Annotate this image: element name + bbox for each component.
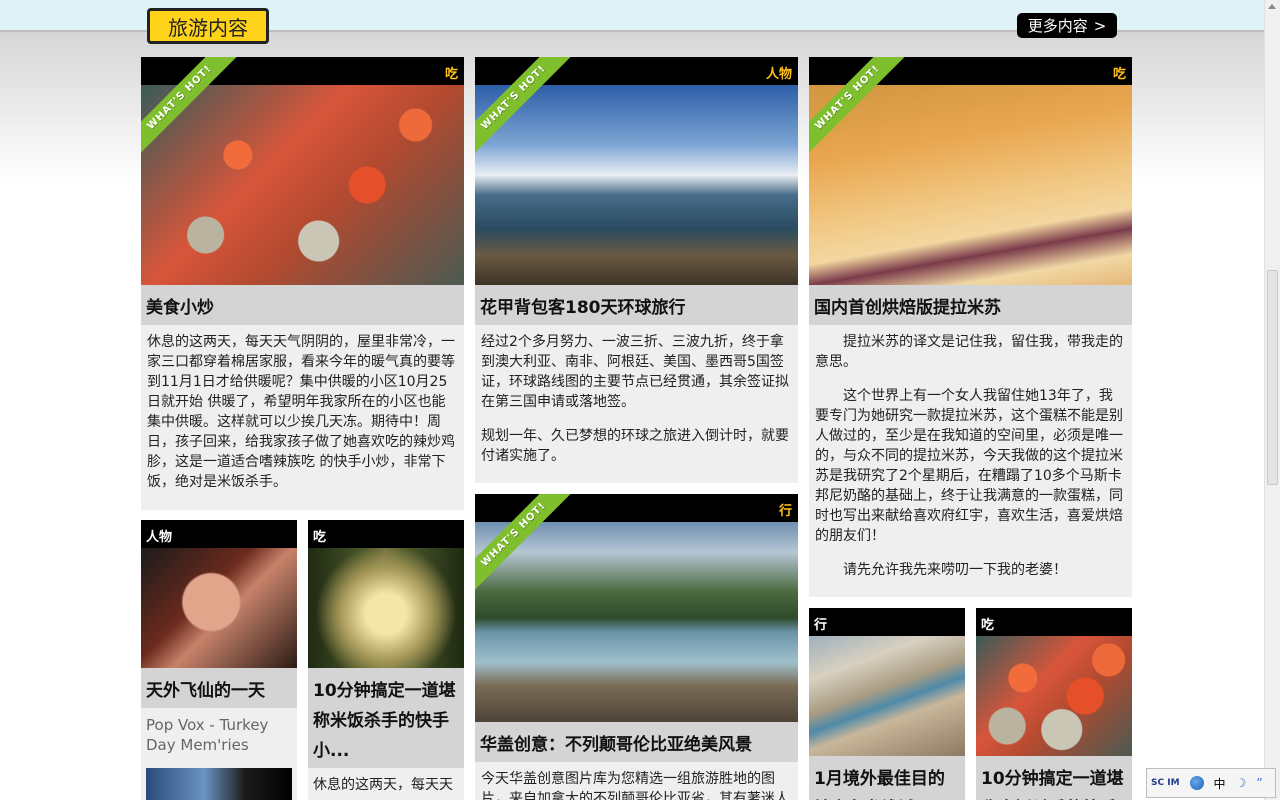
scrollbar-thumb[interactable] bbox=[1267, 270, 1278, 485]
category-label[interactable]: 吃 bbox=[313, 526, 326, 545]
article-image[interactable] bbox=[809, 636, 965, 756]
more-content-label: 更多内容 bbox=[1027, 17, 1088, 35]
category-label[interactable]: 人物 bbox=[766, 63, 792, 82]
book-cover-image[interactable] bbox=[146, 768, 292, 800]
chevron-right-icon: > bbox=[1093, 16, 1107, 35]
punctuation-toggle-icon[interactable]: ” bbox=[1256, 776, 1262, 790]
article-image[interactable] bbox=[809, 85, 1132, 285]
category-label[interactable]: 吃 bbox=[445, 63, 458, 82]
article-card[interactable]: 吃 WHAT'S HOT! 美食小炒 休息的这两天，每天天气阴阴的，屋里非常冷，… bbox=[141, 57, 464, 510]
category-bar: 行 bbox=[809, 608, 965, 636]
article-excerpt: 提拉米苏的译文是记住我，留住我，带我走的意思。 这个世界上有一个女人我留住她13… bbox=[815, 332, 1126, 594]
excerpt-paragraph: 休息的这两天，每天天气阴阴的，屋里非常冷，一家三口都穿着棉居家服，看来今年的暖气… bbox=[147, 334, 455, 490]
article-image[interactable] bbox=[308, 548, 464, 668]
article-title[interactable]: 1月境外最佳目的地之鱼龙浅滩下 bbox=[809, 756, 965, 800]
more-content-button[interactable]: 更多内容 > bbox=[1017, 13, 1117, 38]
article-title[interactable]: 华盖创意：不列颠哥伦比亚绝美风景 bbox=[475, 722, 798, 762]
article-card[interactable]: 人物 天外飞仙的一天 Pop Vox - Turkey Day Mem'ries bbox=[141, 520, 297, 800]
article-card[interactable]: 行 WHAT'S HOT! 华盖创意：不列颠哥伦比亚绝美风景 今天华盖创意图片库… bbox=[475, 494, 798, 800]
article-excerpt: 休息的这两天，每天天气阴阴的，屋里非常冷，一家三口都穿着棉居家服，看来今年的暖气… bbox=[147, 332, 458, 506]
article-card[interactable]: 行 1月境外最佳目的地之鱼龙浅滩下 bbox=[809, 608, 965, 800]
scroll-up-arrow-icon[interactable] bbox=[1268, 4, 1276, 9]
article-excerpt: 经过2个多月努力、一波三折、三波九折，终于拿到澳大利亚、南非、阿根廷、美国、墨西… bbox=[481, 332, 792, 480]
article-title[interactable]: 国内首创烘焙版提拉米苏 bbox=[809, 285, 1132, 325]
moon-icon[interactable]: ☽ bbox=[1236, 776, 1247, 790]
article-image[interactable] bbox=[141, 548, 297, 668]
category-bar: 吃 bbox=[308, 520, 464, 548]
globe-icon[interactable] bbox=[1189, 776, 1204, 790]
excerpt-paragraph: 提拉米苏的译文是记住我，留住我，带我走的意思。 bbox=[815, 334, 1123, 370]
excerpt-paragraph: 休息的这两天，每天天 bbox=[313, 777, 453, 793]
ime-language-toggle[interactable]: 中 bbox=[1214, 775, 1226, 792]
category-label[interactable]: 行 bbox=[779, 500, 792, 519]
article-title[interactable]: 美食小炒 bbox=[141, 285, 464, 325]
section-title: 旅游内容 bbox=[168, 15, 248, 40]
article-image[interactable] bbox=[475, 522, 798, 722]
vertical-scrollbar[interactable] bbox=[1264, 0, 1280, 800]
excerpt-paragraph: 规划一年、久已梦想的环球之旅进入倒计时，就要付诸实施了。 bbox=[481, 428, 789, 464]
section-title-badge: 旅游内容 bbox=[147, 8, 269, 44]
article-card[interactable]: 吃 WHAT'S HOT! 国内首创烘焙版提拉米苏 提拉米苏的译文是记住我，留住… bbox=[809, 57, 1132, 597]
category-label[interactable]: 行 bbox=[814, 614, 827, 633]
ime-logo-icon[interactable]: SC IM bbox=[1151, 778, 1180, 788]
article-title[interactable]: 天外飞仙的一天 bbox=[141, 668, 297, 708]
article-image[interactable] bbox=[475, 85, 798, 285]
article-card[interactable]: 人物 WHAT'S HOT! 花甲背包客180天环球旅行 经过2个多月努力、一波… bbox=[475, 57, 798, 483]
article-card[interactable]: 吃 10分钟搞定一道堪称米饭杀手的快手小... bbox=[976, 608, 1132, 800]
article-title[interactable]: 10分钟搞定一道堪称米饭杀手的快手小... bbox=[308, 668, 464, 768]
article-image[interactable] bbox=[141, 85, 464, 285]
category-label[interactable]: 吃 bbox=[981, 614, 994, 633]
category-bar: 人物 bbox=[141, 520, 297, 548]
article-subtitle: Pop Vox - Turkey Day Mem'ries bbox=[146, 716, 269, 754]
excerpt-paragraph: 这个世界上有一个女人我留住她13年了，我要专门为她研究一款提拉米苏，这个蛋糕不能… bbox=[815, 388, 1123, 544]
ime-toolbar[interactable]: SC IM 中 ☽ ” bbox=[1146, 768, 1276, 798]
article-excerpt: 休息的这两天，每天天 bbox=[313, 775, 458, 800]
article-card[interactable]: 吃 10分钟搞定一道堪称米饭杀手的快手小... 休息的这两天，每天天 bbox=[308, 520, 464, 800]
article-excerpt: 今天华盖创意图片库为您精选一组旅游胜地的图片，来自加拿大的不列颠哥伦比亚省，其有… bbox=[481, 769, 792, 800]
category-label[interactable]: 吃 bbox=[1113, 63, 1126, 82]
category-bar: 吃 bbox=[976, 608, 1132, 636]
excerpt-paragraph: 请先允许我先来唠叨一下我的老婆！ bbox=[843, 562, 1067, 578]
article-image[interactable] bbox=[976, 636, 1132, 756]
excerpt-paragraph: 今天华盖创意图片库为您精选一组旅游胜地的图片，来自加拿大的不列颠哥伦比亚省，其有… bbox=[481, 771, 789, 800]
article-title[interactable]: 花甲背包客180天环球旅行 bbox=[475, 285, 798, 325]
article-title[interactable]: 10分钟搞定一道堪称米饭杀手的快手小... bbox=[976, 756, 1132, 800]
category-label[interactable]: 人物 bbox=[146, 526, 172, 545]
excerpt-paragraph: 经过2个多月努力、一波三折、三波九折，终于拿到澳大利亚、南非、阿根廷、美国、墨西… bbox=[481, 334, 789, 410]
